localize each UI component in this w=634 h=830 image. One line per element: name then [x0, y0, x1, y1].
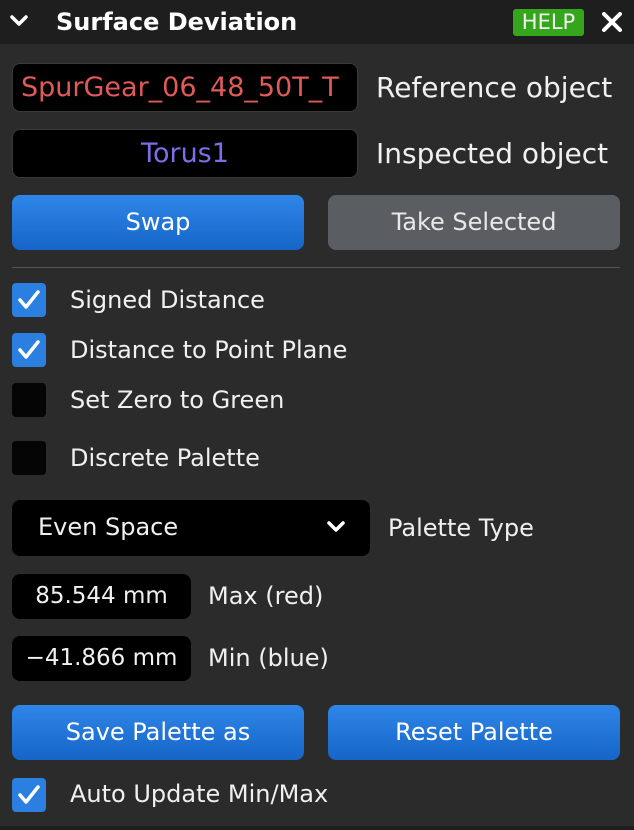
reset-palette-button[interactable]: Reset Palette — [328, 705, 620, 760]
checkmark-icon — [18, 785, 40, 804]
set-zero-green-label: Set Zero to Green — [70, 386, 285, 414]
set-zero-green-checkbox[interactable] — [12, 383, 46, 417]
panel-bottom-edge — [0, 826, 634, 830]
signed-distance-checkbox[interactable] — [12, 283, 46, 317]
distance-point-plane-checkbox[interactable] — [12, 333, 46, 367]
take-selected-button[interactable]: Take Selected — [328, 195, 620, 250]
auto-update-checkbox[interactable] — [12, 778, 46, 812]
inspected-object-label: Inspected object — [376, 137, 609, 170]
signed-distance-label: Signed Distance — [70, 286, 265, 314]
reference-object-label: Reference object — [376, 71, 613, 104]
palette-type-value: Even Space — [38, 513, 179, 541]
palette-type-label: Palette Type — [388, 514, 534, 542]
collapse-chevron-icon[interactable] — [8, 10, 30, 32]
min-value-label: Min (blue) — [208, 644, 329, 672]
max-value-label: Max (red) — [208, 582, 324, 610]
checkmark-icon — [18, 340, 40, 359]
section-divider — [12, 267, 620, 268]
distance-point-plane-label: Distance to Point Plane — [70, 336, 348, 364]
title-bar: Surface Deviation HELP — [0, 0, 634, 44]
chevron-down-icon — [327, 521, 345, 532]
min-value-input[interactable]: −41.866 mm — [12, 636, 191, 681]
close-icon[interactable] — [600, 10, 624, 34]
palette-type-select[interactable]: Even Space — [12, 500, 370, 556]
help-button[interactable]: HELP — [513, 9, 584, 36]
auto-update-label: Auto Update Min/Max — [70, 780, 329, 808]
discrete-palette-label: Discrete Palette — [70, 444, 260, 472]
discrete-palette-checkbox[interactable] — [12, 441, 46, 475]
checkmark-icon — [18, 290, 40, 309]
panel-title: Surface Deviation — [56, 8, 298, 36]
reference-object-value: SpurGear_06_48_50T_T — [21, 72, 339, 103]
swap-button[interactable]: Swap — [12, 195, 304, 250]
save-palette-button[interactable]: Save Palette as — [12, 705, 304, 760]
reference-object-field[interactable]: SpurGear_06_48_50T_T — [12, 63, 358, 112]
inspected-object-value: Torus1 — [141, 138, 229, 169]
inspected-object-field[interactable]: Torus1 — [12, 129, 358, 178]
max-value-input[interactable]: 85.544 mm — [12, 574, 191, 619]
